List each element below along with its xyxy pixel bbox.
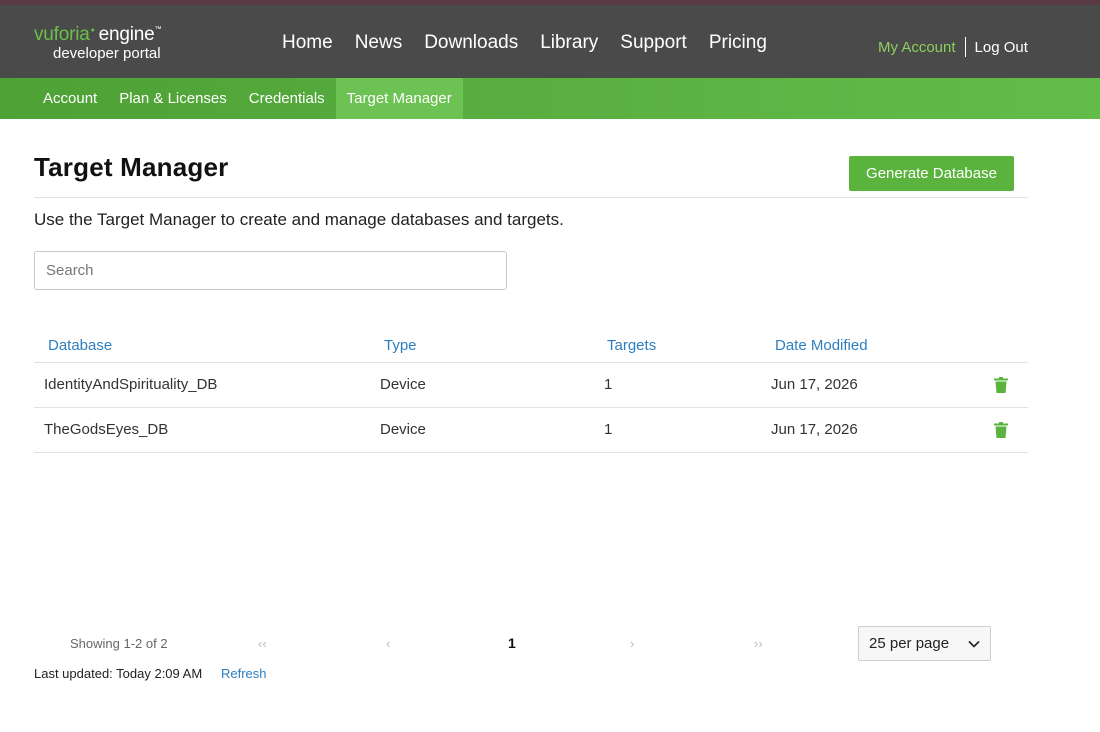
previous-page-button[interactable]: ‹ (386, 636, 390, 651)
date-modified: Jun 17, 2026 (771, 376, 858, 393)
logo-subtitle: developer portal (53, 45, 161, 62)
showing-count: Showing 1-2 of 2 (70, 636, 168, 651)
database-name[interactable]: IdentityAndSpirituality_DB (44, 376, 217, 393)
registered-mark-icon: ● (90, 27, 95, 34)
account-links: My Account Log Out (878, 37, 1028, 57)
trash-icon[interactable] (994, 377, 1008, 393)
main-nav: Home News Downloads Library Support Pric… (282, 32, 789, 54)
nav-news[interactable]: News (355, 32, 403, 54)
my-account-link[interactable]: My Account (878, 39, 956, 56)
account-divider (964, 37, 966, 57)
last-updated-text: Last updated: Today 2:09 AM (34, 666, 203, 681)
refresh-link[interactable]: Refresh (221, 666, 267, 681)
last-page-button[interactable]: ›› (754, 636, 763, 651)
trademark-mark-icon: ™ (154, 26, 162, 33)
search-input[interactable] (34, 251, 507, 290)
chevron-down-icon (968, 640, 980, 648)
target-count: 1 (604, 421, 613, 438)
column-header-targets[interactable]: Targets (607, 337, 656, 354)
top-header: vuforia ● engine ™ developer portal Home… (0, 0, 1100, 78)
per-page-value: 25 per page (869, 635, 950, 652)
database-type: Device (380, 376, 426, 393)
trash-icon[interactable] (994, 422, 1008, 438)
logo-product: engine (98, 24, 155, 45)
nav-downloads[interactable]: Downloads (424, 32, 518, 54)
target-count: 1 (604, 376, 613, 393)
nav-home[interactable]: Home (282, 32, 333, 54)
row-divider (34, 452, 1028, 453)
row-divider (34, 407, 1028, 408)
column-header-type[interactable]: Type (384, 337, 417, 354)
subnav-account[interactable]: Account (32, 78, 108, 119)
intro-text: Use the Target Manager to create and man… (34, 210, 564, 229)
page-title: Target Manager (34, 152, 229, 182)
logo-brand: vuforia (34, 24, 90, 45)
subnav-credentials[interactable]: Credentials (238, 78, 336, 119)
per-page-select[interactable]: 25 per page (858, 626, 991, 661)
subnav-target-manager[interactable]: Target Manager (335, 78, 463, 119)
column-header-date-modified[interactable]: Date Modified (775, 337, 868, 354)
log-out-link[interactable]: Log Out (975, 39, 1028, 56)
subnav-plan-licenses[interactable]: Plan & Licenses (108, 78, 238, 119)
header-divider (34, 362, 1028, 363)
database-type: Device (380, 421, 426, 438)
next-page-button[interactable]: › (630, 636, 634, 651)
nav-support[interactable]: Support (620, 32, 687, 54)
nav-library[interactable]: Library (540, 32, 598, 54)
database-name[interactable]: TheGodsEyes_DB (44, 421, 168, 438)
column-header-database[interactable]: Database (48, 337, 112, 354)
generate-database-button[interactable]: Generate Database (849, 156, 1014, 191)
current-page[interactable]: 1 (508, 635, 516, 651)
nav-pricing[interactable]: Pricing (709, 32, 767, 54)
first-page-button[interactable]: ‹‹ (258, 636, 267, 651)
date-modified: Jun 17, 2026 (771, 421, 858, 438)
title-divider (34, 197, 1028, 198)
sub-nav: Account Plan & Licenses Credentials Targ… (0, 78, 1100, 119)
vuforia-logo[interactable]: vuforia ● engine ™ developer portal (34, 24, 162, 62)
